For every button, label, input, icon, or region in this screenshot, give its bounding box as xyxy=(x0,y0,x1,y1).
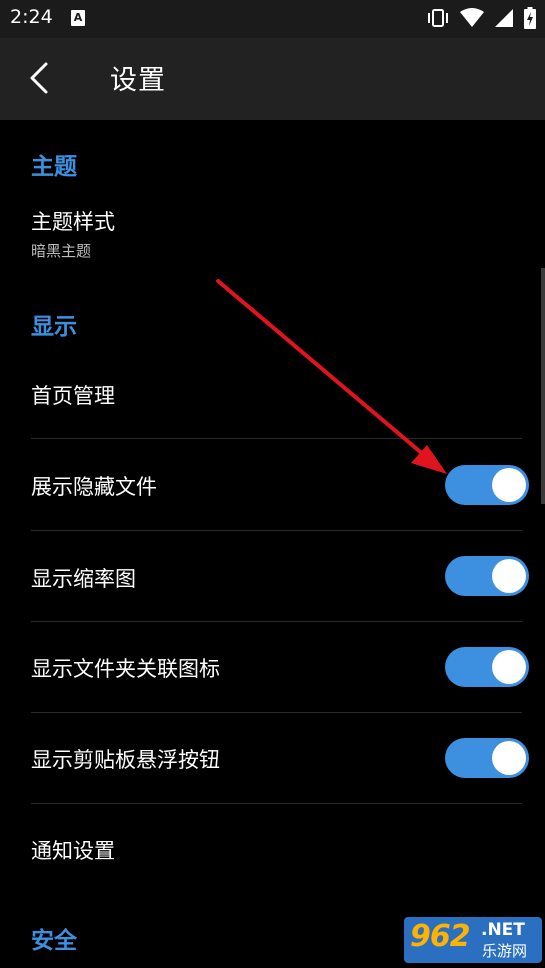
show-thumbnails-label: 显示缩率图 xyxy=(31,567,136,591)
back-arrow-icon xyxy=(30,62,48,94)
toggle-knob xyxy=(492,650,526,684)
notification-settings-label: 通知设置 xyxy=(31,839,115,863)
watermark-logo: 962 .NET 乐游网 xyxy=(404,917,542,963)
show-thumbnails-item[interactable]: 显示缩率图 xyxy=(0,531,545,621)
show-hidden-files-toggle[interactable] xyxy=(445,465,529,505)
show-hidden-files-label: 展示隐藏文件 xyxy=(31,475,157,499)
show-folder-icons-item[interactable]: 显示文件夹关联图标 xyxy=(0,622,545,712)
section-header-display: 显示 xyxy=(31,314,77,340)
toggle-knob xyxy=(492,559,526,593)
show-clipboard-button-item[interactable]: 显示剪贴板悬浮按钮 xyxy=(0,713,545,803)
notification-a-icon: A xyxy=(71,10,85,26)
show-clipboard-button-label: 显示剪贴板悬浮按钮 xyxy=(31,748,220,772)
status-time: 2:24 xyxy=(10,6,53,28)
back-button[interactable] xyxy=(20,56,64,100)
section-header-security: 安全 xyxy=(31,928,77,954)
section-header-theme: 主题 xyxy=(31,154,77,180)
signal-icon xyxy=(495,9,513,27)
theme-style-item[interactable]: 主题样式 暗黑主题 xyxy=(0,196,545,268)
notification-settings-item[interactable]: 通知设置 xyxy=(0,804,545,894)
watermark-962: 962 xyxy=(410,919,471,954)
show-thumbnails-toggle[interactable] xyxy=(445,556,529,596)
wifi-icon xyxy=(460,8,484,27)
settings-list: 主题 主题样式 暗黑主题 显示 首页管理 展示隐藏文件 显示缩率图 显示文件夹关… xyxy=(0,120,545,968)
battery-charging-icon xyxy=(524,7,536,29)
status-icons xyxy=(426,7,536,29)
watermark-net: .NET xyxy=(481,920,525,940)
show-hidden-files-item[interactable]: 展示隐藏文件 xyxy=(0,439,545,530)
app-bar: 设置 xyxy=(0,38,545,120)
toggle-knob xyxy=(492,468,526,502)
watermark-sub: 乐游网 xyxy=(482,942,528,960)
page-title: 设置 xyxy=(110,65,166,96)
home-management-item[interactable]: 首页管理 xyxy=(0,348,545,438)
toggle-knob xyxy=(492,741,526,775)
theme-style-value: 暗黑主题 xyxy=(31,242,92,260)
theme-style-label: 主题样式 xyxy=(31,210,115,234)
status-bar: 2:24 A xyxy=(0,0,545,38)
show-clipboard-button-toggle[interactable] xyxy=(445,738,529,778)
home-management-label: 首页管理 xyxy=(31,384,115,408)
show-folder-icons-label: 显示文件夹关联图标 xyxy=(31,657,220,681)
show-folder-icons-toggle[interactable] xyxy=(445,647,529,687)
vibrate-icon xyxy=(428,9,448,27)
